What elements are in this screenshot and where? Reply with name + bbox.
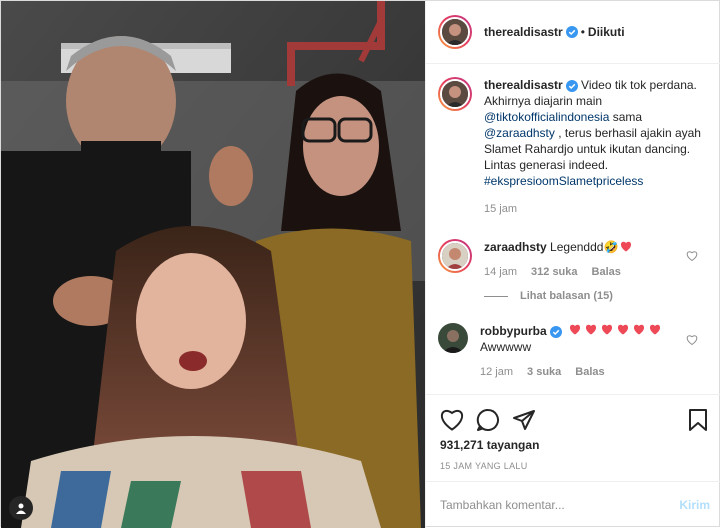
instagram-post: therealdisastr • Diikuti therealdisastr …: [0, 0, 720, 528]
comment-username[interactable]: robbypurba: [480, 324, 547, 338]
user-tag-icon[interactable]: [9, 496, 33, 520]
commenter-avatar[interactable]: [438, 323, 468, 353]
red-heart-emoji: [585, 324, 597, 335]
red-heart-emoji: [617, 324, 629, 335]
commenter-avatar[interactable]: [438, 239, 472, 273]
hashtag-link[interactable]: #ekspresioomSlametpriceless: [484, 174, 643, 188]
reply-button[interactable]: Balas: [592, 264, 621, 280]
views-count[interactable]: 931,271 tayangan: [440, 438, 539, 452]
comment-item: robbypurba Awwwww 12 jam 3 suka Balas: [438, 323, 710, 380]
caption-text-2: sama: [609, 110, 643, 124]
comment-time[interactable]: 14 jam: [484, 264, 517, 280]
like-comment-heart-icon[interactable]: [686, 250, 698, 262]
comment-emoji: 🤣: [603, 240, 619, 254]
red-heart-emoji: [601, 324, 613, 335]
red-heart-emoji: [649, 324, 661, 335]
comment-username[interactable]: zaraadhsty: [484, 240, 547, 254]
post-timestamp[interactable]: 15 JAM YANG LALU: [440, 461, 528, 471]
verified-icon: [565, 26, 578, 38]
video-frame: [1, 1, 425, 528]
verified-icon: [549, 325, 562, 338]
post-sidebar: therealdisastr • Diikuti therealdisastr …: [425, 1, 720, 528]
replies-line: [484, 295, 508, 297]
red-heart-emoji: [633, 324, 645, 335]
comment-time[interactable]: 12 jam: [480, 364, 513, 380]
comment-hearts: [569, 324, 661, 338]
mention-link[interactable]: @zaraadhsty: [484, 126, 555, 140]
red-heart-emoji: [569, 324, 581, 335]
comment-likes[interactable]: 312 suka: [531, 264, 577, 280]
heart-icon[interactable]: [440, 409, 464, 431]
reply-button[interactable]: Balas: [575, 364, 604, 380]
comment-icon[interactable]: [476, 408, 500, 432]
caption-username[interactable]: therealdisastr: [484, 78, 563, 92]
verified-icon: [565, 79, 578, 92]
caption-avatar[interactable]: [438, 77, 472, 111]
author-avatar[interactable]: [438, 15, 472, 49]
author-username[interactable]: therealdisastr: [484, 25, 563, 39]
post-header: therealdisastr • Diikuti: [426, 1, 720, 64]
share-icon[interactable]: [512, 408, 536, 432]
view-replies[interactable]: Lihat balasan (15): [484, 290, 613, 302]
post-comment-button[interactable]: Kirim: [679, 498, 710, 512]
post-caption: therealdisastr Video tik tok perdana. Ak…: [438, 77, 710, 217]
like-comment-heart-icon[interactable]: [686, 334, 698, 346]
mention-link[interactable]: @tiktokofficialindonesia: [484, 110, 609, 124]
comment-likes[interactable]: 3 suka: [527, 364, 561, 380]
add-comment-bar: Kirim: [426, 481, 720, 528]
comment-text: Legenddd: [550, 240, 604, 254]
separator-dot: •: [580, 25, 585, 39]
caption-time: 15 jam: [484, 203, 518, 215]
post-video[interactable]: [1, 1, 425, 528]
bookmark-icon[interactable]: [688, 408, 708, 432]
comment-text: Awwwww: [480, 340, 532, 354]
caption-text: therealdisastr Video tik tok perdana. Ak…: [484, 77, 710, 217]
comment-input[interactable]: [440, 498, 680, 512]
view-replies-label[interactable]: Lihat balasan (15): [520, 290, 613, 302]
red-heart-emoji: [621, 241, 632, 252]
comment-item: zaraadhsty Legenddd🤣 14 jam 312 suka Bal…: [438, 239, 710, 280]
follow-button[interactable]: Diikuti: [588, 25, 625, 39]
